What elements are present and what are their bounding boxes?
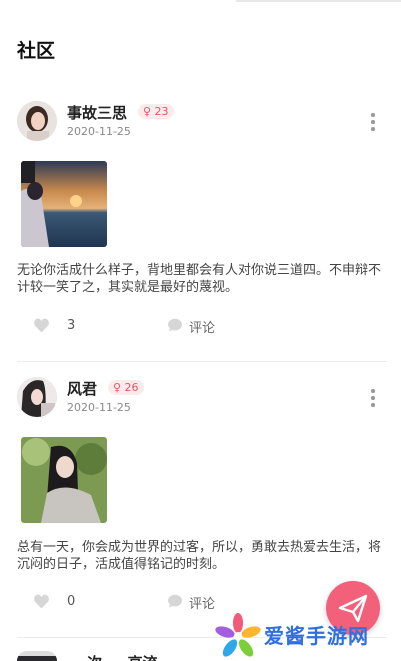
- username[interactable]: 风君: [67, 378, 97, 399]
- more-vertical-icon[interactable]: [370, 389, 376, 410]
- avatar[interactable]: [17, 651, 57, 661]
- page-title: 社区: [17, 40, 56, 62]
- avatar[interactable]: [17, 101, 57, 141]
- post-image[interactable]: [21, 437, 107, 523]
- like-count: 3: [67, 318, 76, 333]
- comment-button[interactable]: 评论: [189, 593, 215, 612]
- post-divider: [17, 361, 387, 362]
- username[interactable]: … 次 — 高流: [67, 652, 158, 661]
- pinwheel-logo-icon: [215, 613, 261, 657]
- comment-bubble-icon[interactable]: [167, 318, 183, 332]
- post-content: 总有一天，你会成为世界的过客，所以，勇敢去热爱去生活，将沉闷的日子，活成值得铭记…: [17, 540, 382, 572]
- watermark: 爱酱手游网: [212, 612, 401, 661]
- avatar[interactable]: [17, 377, 57, 417]
- heart-icon[interactable]: [33, 594, 50, 609]
- post-date: 2020-11-25: [67, 401, 131, 414]
- username[interactable]: 事故三思: [67, 102, 127, 123]
- heart-icon[interactable]: [33, 318, 50, 333]
- top-divider: [236, 0, 401, 2]
- like-count: 0: [67, 594, 76, 609]
- watermark-text: 爱酱手游网: [264, 624, 369, 648]
- post-image[interactable]: [21, 161, 107, 247]
- more-vertical-icon[interactable]: [370, 113, 376, 134]
- post-date: 2020-11-25: [67, 125, 131, 138]
- gender-age-badge: ♀ 23: [138, 104, 174, 119]
- comment-button[interactable]: 评论: [189, 317, 215, 336]
- comment-bubble-icon[interactable]: [167, 594, 183, 608]
- post-content: 无论你活成什么样子，背地里都会有人对你说三道四。不申辩不计较一笑了之，其实就是最…: [17, 263, 382, 295]
- gender-age-badge: ♀ 26: [108, 380, 144, 395]
